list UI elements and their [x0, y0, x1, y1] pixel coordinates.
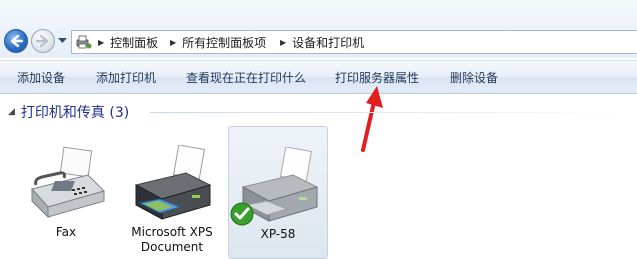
devices-printers-folder-icon	[76, 35, 92, 49]
chevron-right-icon: ▶	[280, 37, 287, 47]
forward-button[interactable]	[31, 29, 55, 53]
fax-icon	[31, 146, 105, 219]
device-label: Fax	[55, 225, 77, 239]
device-label: XP-58	[260, 227, 296, 241]
printers-faxes-group-header[interactable]: ◢ 打印机和传真 (3)	[8, 102, 129, 122]
breadcrumb-control-panel[interactable]: ▶ 控制面板	[98, 34, 158, 50]
chevron-right-icon: ▶	[170, 37, 177, 47]
device-microsoft-xps[interactable]: Microsoft XPS Document	[122, 125, 222, 258]
forward-arrow-icon	[35, 34, 49, 48]
breadcrumb-label: 控制面板	[110, 35, 159, 50]
address-bar[interactable]: ▶ 控制面板 ▶ 所有控制面板项 ▶ 设备和打印机	[71, 30, 637, 54]
add-device-button[interactable]: 添加设备	[17, 69, 65, 86]
printer-icon	[134, 145, 212, 220]
device-xp-58[interactable]: XP-58	[228, 126, 328, 259]
collapse-triangle-icon[interactable]: ◢	[8, 107, 15, 117]
breadcrumb-all-items[interactable]: ▶ 所有控制面板项	[170, 34, 266, 50]
device-label: Microsoft XPS Document	[131, 225, 213, 254]
back-arrow-icon	[10, 34, 24, 48]
history-dropdown-icon[interactable]	[58, 38, 67, 44]
group-divider	[150, 112, 637, 113]
see-printing-button[interactable]: 查看现在正在打印什么	[186, 69, 306, 86]
command-toolbar: 添加设备 添加打印机 查看现在正在打印什么 打印服务器属性 删除设备	[0, 60, 637, 94]
breadcrumb-devices-printers[interactable]: ▶ 设备和打印机	[280, 34, 364, 50]
add-printer-button[interactable]: 添加打印机	[96, 69, 156, 86]
remove-device-button[interactable]: 删除设备	[450, 69, 498, 86]
annotation-arrow-icon	[361, 86, 383, 152]
address-row: ▶ 控制面板 ▶ 所有控制面板项 ▶ 设备和打印机	[0, 0, 637, 58]
device-fax[interactable]: Fax	[16, 125, 116, 258]
default-printer-check-icon	[230, 202, 254, 226]
breadcrumb-label: 所有控制面板项	[182, 35, 267, 50]
group-title: 打印机和传真 (3)	[20, 105, 130, 121]
back-button[interactable]	[4, 29, 28, 53]
chevron-right-icon: ▶	[98, 37, 105, 47]
breadcrumb-label: 设备和打印机	[292, 35, 365, 50]
